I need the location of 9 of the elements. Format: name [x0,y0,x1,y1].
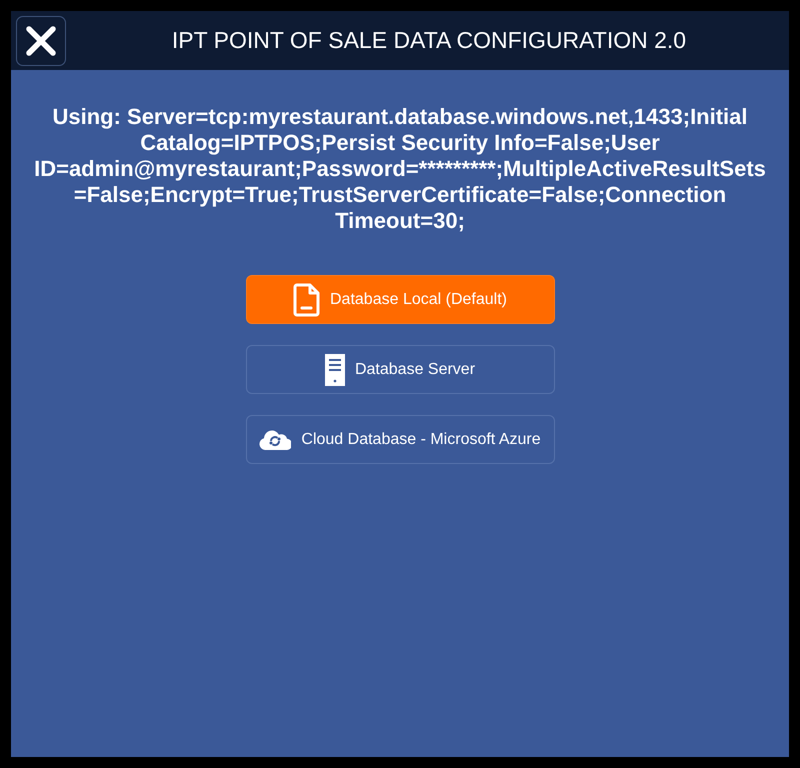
cloud-icon [259,430,292,450]
document-icon [293,282,320,316]
database-option-button[interactable]: Cloud Database - Microsoft Azure [246,415,554,464]
window-title: IPT POINT OF SALE DATA CONFIGURATION 2.0 [170,27,688,54]
close-icon [25,24,57,56]
database-option-button[interactable]: Database Server [246,345,554,394]
close-button[interactable] [16,16,66,66]
connection-string-text: Using: Server=tcp:myrestaurant.database.windows.net,1433;Initial Catalog=IPTPOS;Persist Security Info=False;User ID=admin@myrestaurant;Password=*********;MultipleActiveResultSets=False;Encrypt=True;TrustServerCertificate=False;Connection Timeout=30; [33,104,767,234]
server-icon [324,354,345,386]
